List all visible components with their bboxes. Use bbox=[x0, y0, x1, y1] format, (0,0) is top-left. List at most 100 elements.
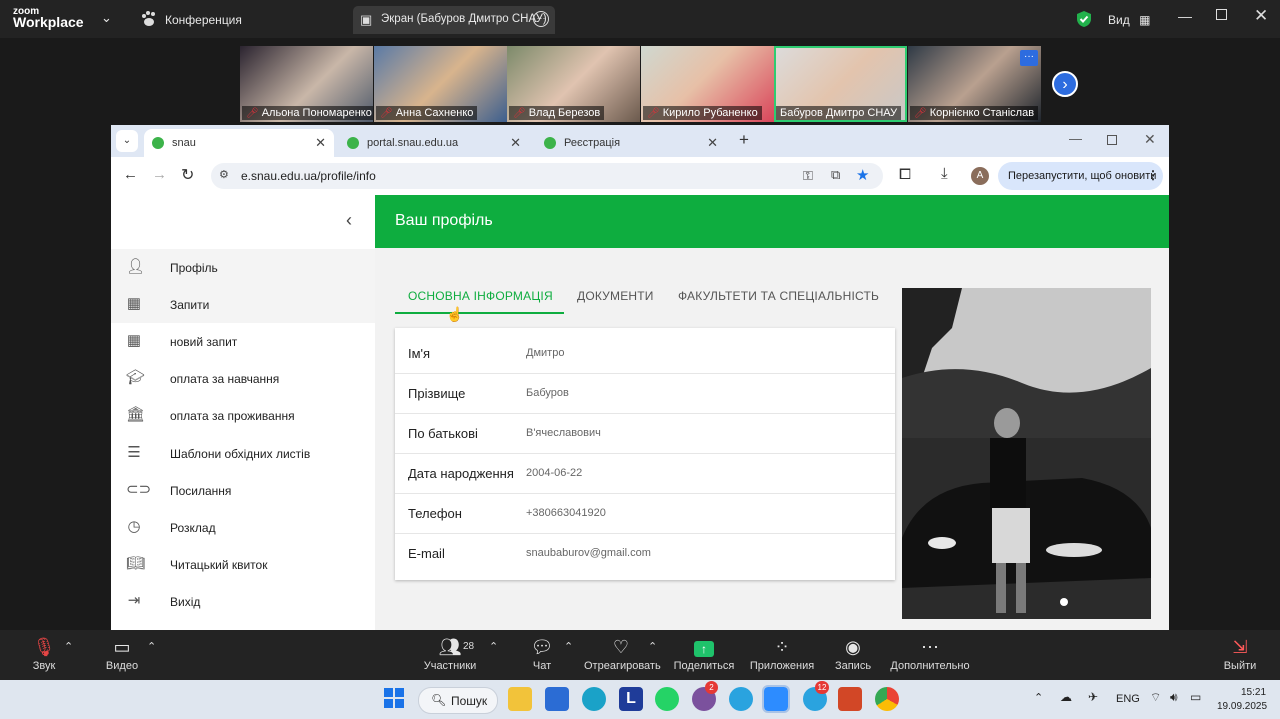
share-screen-button[interactable]: ↑ Поделиться bbox=[673, 634, 735, 672]
view-button[interactable]: Вид ▦ bbox=[1108, 11, 1151, 29]
tab-documents[interactable]: ДОКУМЕНТИ bbox=[577, 289, 654, 303]
clock-time[interactable]: 15:21 bbox=[1241, 687, 1266, 698]
telegram-icon[interactable]: 12 bbox=[803, 681, 829, 711]
tab-close-icon[interactable]: ✕ bbox=[315, 135, 326, 151]
chevron-down-icon[interactable]: ⌄ bbox=[101, 10, 112, 26]
clock-date[interactable]: 19.09.2025 bbox=[1217, 701, 1267, 712]
tab-close-icon[interactable]: ✕ bbox=[707, 135, 718, 151]
volume-icon[interactable]: 🔊︎ bbox=[1170, 690, 1178, 705]
audio-label: Звук bbox=[32, 660, 56, 672]
file-explorer-icon[interactable] bbox=[508, 687, 532, 711]
record-label: Запись bbox=[834, 660, 872, 672]
install-app-icon[interactable]: ⧉ bbox=[831, 167, 840, 183]
tab-basic-info[interactable]: ОСНОВНА ІНФОРМАЦІЯ bbox=[408, 289, 553, 303]
leave-button[interactable]: ⇲ Выйти bbox=[1220, 634, 1260, 672]
sidebar-item-links[interactable]: ⊂⊃ Посилання bbox=[111, 472, 375, 509]
sidebar-item-requests[interactable]: ▦ Запити bbox=[111, 286, 375, 323]
zoom-logo-line2: Workplace bbox=[13, 14, 84, 30]
site-info-icon[interactable]: ⚙ bbox=[219, 168, 229, 181]
record-button[interactable]: ◉ Запись bbox=[832, 634, 874, 672]
video-tile[interactable]: 🎤︎ Кирило Рубаненко bbox=[641, 46, 774, 122]
viber-icon[interactable]: 2 bbox=[692, 681, 718, 711]
window-close-icon[interactable]: ✕ bbox=[1144, 131, 1156, 148]
react-button[interactable]: ♡ Отреагировать bbox=[584, 634, 661, 672]
audio-button[interactable]: 🎙︎ Звук bbox=[24, 634, 64, 672]
tray-app-icon[interactable]: ☁ bbox=[1060, 690, 1072, 704]
video-tile[interactable]: 🎤︎ Влад Березов bbox=[507, 46, 640, 122]
bookmark-star-icon[interactable]: ★ bbox=[856, 166, 869, 184]
next-page-arrow-icon[interactable]: › bbox=[1052, 71, 1078, 97]
tab-faculties[interactable]: ФАКУЛЬТЕТИ ТА СПЕЦІАЛЬНІСТЬ bbox=[678, 289, 879, 303]
restart-update-button[interactable]: Перезапустити, щоб оновити ⋮ bbox=[998, 162, 1163, 190]
browser-tab-active[interactable]: snau ✕ bbox=[144, 129, 334, 157]
more-button[interactable]: ⋯ Дополнительно bbox=[888, 634, 972, 672]
tray-chevron-icon[interactable]: ⌃ bbox=[1034, 691, 1043, 704]
tab-close-icon[interactable]: ✕ bbox=[510, 135, 521, 151]
participants-strip: 🎤︎ Альона Пономаренко 🎤︎ Анна Сахненко 🎤︎ В… bbox=[0, 38, 1280, 124]
password-key-icon[interactable]: ⚿ bbox=[803, 168, 813, 184]
taskbar-search[interactable]: 🔍︎ Пошук bbox=[418, 687, 498, 714]
tray-network-icon[interactable]: ✈ bbox=[1088, 690, 1098, 704]
whatsapp-icon[interactable] bbox=[655, 687, 679, 711]
window-restore-icon[interactable] bbox=[1107, 135, 1117, 145]
sidebar-item-tuition-payment[interactable]: 🎓︎ оплата за навчання bbox=[111, 360, 375, 397]
store-icon[interactable] bbox=[545, 687, 569, 711]
new-tab-button[interactable]: + bbox=[739, 130, 749, 150]
apps-button[interactable]: ⁘ Приложения bbox=[749, 634, 815, 672]
react-chevron-icon[interactable]: ⌃ bbox=[648, 640, 657, 653]
restore-icon[interactable] bbox=[1216, 9, 1227, 20]
chat-chevron-icon[interactable]: ⌃ bbox=[564, 640, 573, 653]
video-tile-active-speaker[interactable]: Бабуров Дмитро СНАУ bbox=[774, 46, 907, 122]
browser-tab[interactable]: portal.snau.edu.ua ✕ bbox=[339, 129, 529, 157]
profile-info-card: Ім'я Дмитро Прізвище Бабуров По батькові В'… bbox=[395, 328, 895, 580]
participants-chevron-icon[interactable]: ⌃ bbox=[489, 640, 498, 653]
zoom-app-icon[interactable] bbox=[762, 685, 790, 713]
mic-muted-icon: 🎤︎ bbox=[246, 108, 259, 119]
language-indicator[interactable]: ENG bbox=[1116, 693, 1140, 705]
back-arrow-icon[interactable]: ← bbox=[123, 166, 138, 183]
kebab-menu-icon[interactable]: ⋮ bbox=[1147, 168, 1159, 182]
window-minimize-icon[interactable]: — bbox=[1069, 131, 1082, 146]
windows-start-icon[interactable] bbox=[383, 687, 407, 711]
battery-icon[interactable]: ▭ bbox=[1190, 690, 1201, 704]
sidebar-item-library-card[interactable]: 📖︎ Читацький квиток bbox=[111, 546, 375, 583]
video-tile[interactable]: 🎤︎ Анна Сахненко bbox=[374, 46, 507, 122]
sidebar-item-housing-payment[interactable]: 🏛︎ оплата за проживання bbox=[111, 397, 375, 434]
edge-browser-icon[interactable] bbox=[582, 687, 606, 711]
chrome-icon[interactable] bbox=[875, 687, 899, 711]
forward-arrow-icon[interactable]: → bbox=[152, 166, 167, 183]
telegram-icon[interactable] bbox=[729, 687, 753, 711]
tab-search-icon[interactable]: ⌄ bbox=[116, 130, 138, 152]
video-button[interactable]: ▭ Видео bbox=[102, 634, 142, 672]
close-icon[interactable]: ✕ bbox=[1254, 6, 1268, 26]
participants-button[interactable]: 👥︎ Участники bbox=[420, 634, 480, 672]
sidebar-item-profile[interactable]: 👤︎ Профіль bbox=[111, 249, 375, 286]
sidebar-item-templates[interactable]: ☰ Шаблони обхідних листів bbox=[111, 435, 375, 472]
tile-more-icon[interactable]: ··· bbox=[1020, 50, 1038, 66]
minimize-icon[interactable]: — bbox=[1178, 8, 1192, 24]
sidebar-item-schedule[interactable]: ◷ Розклад bbox=[111, 509, 375, 546]
more-options-icon[interactable]: ··· bbox=[533, 11, 549, 27]
wifi-icon[interactable]: ⌔ bbox=[1150, 690, 1161, 705]
video-tile[interactable]: 🎤︎ Альона Пономаренко bbox=[240, 46, 373, 122]
sidebar-item-logout[interactable]: ⇥ Вихід bbox=[111, 583, 375, 620]
chat-button[interactable]: 💬︎ Чат bbox=[522, 634, 562, 672]
video-options-chevron-icon[interactable]: ⌃ bbox=[147, 640, 156, 653]
audio-options-chevron-icon[interactable]: ⌃ bbox=[64, 640, 73, 653]
video-label: Видео bbox=[105, 660, 139, 672]
collapse-sidebar-chevron-icon[interactable]: ‹ bbox=[346, 210, 352, 231]
profile-avatar[interactable]: A bbox=[971, 167, 989, 185]
address-bar[interactable]: ⚙ e.snau.edu.ua/profile/info ⚿ ⧉ ★ bbox=[211, 163, 883, 189]
reload-icon[interactable]: ↻ bbox=[181, 165, 194, 185]
powerpoint-icon[interactable] bbox=[838, 687, 862, 711]
sidebar-item-new-request[interactable]: ▦ новий запит bbox=[111, 323, 375, 360]
windows-taskbar: 🔍︎ Пошук L 2 12 ⌃ ☁ ✈ ENG ⌔ 🔊︎ ▭ 15:21 1… bbox=[0, 680, 1280, 719]
browser-tab[interactable]: Реєстрація ✕ bbox=[536, 129, 726, 157]
mouse-cursor-icon: ☝ bbox=[446, 306, 464, 322]
encryption-shield-icon[interactable] bbox=[1076, 10, 1092, 33]
lingvo-icon[interactable]: L bbox=[619, 687, 643, 711]
video-tile[interactable]: ··· 🎤︎ Корнієнко Станіслав bbox=[908, 46, 1041, 122]
download-icon[interactable]: ⤓ bbox=[941, 165, 948, 182]
screen-share-tab[interactable]: ▣ Экран (Бабуров Дмитро СНАУ) ··· bbox=[353, 6, 555, 34]
extensions-puzzle-icon[interactable]: ⧠ bbox=[899, 166, 911, 183]
